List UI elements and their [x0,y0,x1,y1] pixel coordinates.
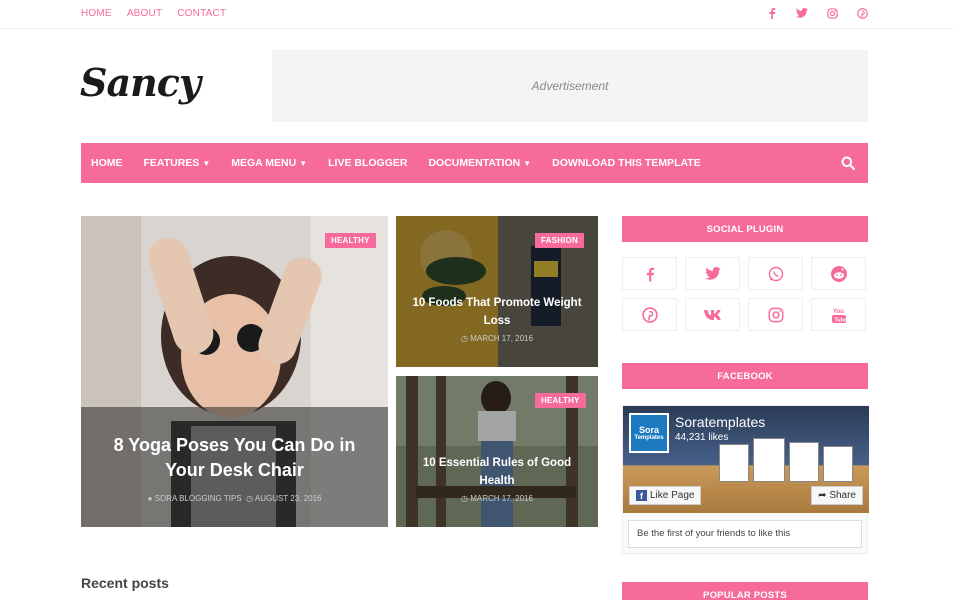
featured-side-title[interactable]: 10 Essential Rules of Good Health [410,454,584,490]
featured-side-meta: ◷ MARCH 17, 2016 [396,334,598,343]
main-nav: HOME FEATURES ▼ MEGA MENU ▼ LIVE BLOGGER D… [81,143,868,183]
featured-post-side[interactable]: HEALTHY 10 Essential Rules of Good Healt… [396,376,598,527]
author-name[interactable]: SORA BLOGGING TIPS [155,494,242,503]
svg-text:You: You [833,309,844,315]
nav-item-home[interactable]: HOME [91,157,123,169]
post-date: MARCH 17, 2016 [470,494,533,503]
top-link-home[interactable]: HOME [81,8,112,19]
svg-text:Tube: Tube [834,317,847,323]
post-date: AUGUST 23, 2016 [254,494,322,503]
post-date: MARCH 17, 2016 [470,334,533,343]
facebook-icon[interactable] [766,7,778,19]
site-logo[interactable]: Sancy [80,60,215,108]
social-facebook[interactable] [622,257,677,290]
featured-side-meta: ◷ MARCH 17, 2016 [396,494,598,503]
nav-item-documentation[interactable]: DOCUMENTATION ▼ [428,157,531,169]
facebook-icon [646,267,654,281]
nav-label: LIVE BLOGGER [328,157,408,169]
nav-label: HOME [91,157,123,169]
top-links: HOME ABOUT CONTACT [81,8,226,19]
logo-line: Templates [634,435,664,441]
category-badge[interactable]: HEALTHY [325,233,376,248]
logo-line: Sora [638,425,659,435]
logo-text: Sancy [80,60,201,105]
clock-icon: ◷ [461,334,469,343]
category-badge[interactable]: FASHION [535,233,584,248]
pinterest-icon[interactable] [856,7,868,19]
category-badge[interactable]: HEALTHY [535,393,586,408]
whatsapp-icon [768,266,783,281]
chevron-down-icon: ▼ [299,158,308,168]
social-youtube[interactable]: You Tube [811,298,866,331]
top-social-icons [766,7,868,19]
advertisement-banner[interactable]: Advertisement [272,50,868,122]
user-icon: ● [147,494,153,503]
facebook-cover[interactable]: Sora Templates Soratemplates 44,231 like… [623,406,869,513]
featured-main-title[interactable]: 8 Yoga Poses You Can Do in Your Desk Cha… [101,433,368,483]
nav-item-live-blogger[interactable]: LIVE BLOGGER [328,157,407,169]
share-button[interactable]: ➦ Share [811,486,863,505]
instagram-icon [768,307,783,322]
clock-icon: ◷ [246,494,254,503]
search-icon[interactable] [841,156,856,171]
instagram-icon[interactable] [826,7,838,19]
social-instagram[interactable] [748,298,803,331]
nav-label: MEGA MENU [231,157,297,169]
page-logo[interactable]: Sora Templates [629,413,669,453]
page-name[interactable]: Soratemplates [675,414,765,430]
nav-item-features[interactable]: FEATURES ▼ [144,157,211,169]
chevron-down-icon: ▼ [202,158,211,168]
twitter-icon [704,267,721,280]
featured-main-meta: ● SORA BLOGGING TIPS ◷ AUGUST 23, 2016 [81,494,388,503]
nav-label: FEATURES [143,157,200,169]
social-pinterest[interactable] [622,298,677,331]
share-icon: ➦ [818,490,827,501]
like-label: Like Page [650,490,695,501]
youtube-icon: You Tube [831,309,847,323]
nav-item-download-template[interactable]: DOWNLOAD THIS TEMPLATE [552,157,701,169]
featured-post-side[interactable]: FASHION 10 Foods That Promote Weight Los… [396,216,598,367]
nav-item-mega-menu[interactable]: MEGA MENU ▼ [231,157,307,169]
chevron-down-icon: ▼ [523,158,532,168]
facebook-icon: f [636,490,647,501]
top-bar: HOME ABOUT CONTACT [0,0,954,29]
social-reddit[interactable] [811,257,866,290]
reddit-icon [830,265,847,282]
cover-screens [719,436,859,486]
friends-like-text: Be the first of your friends to like thi… [628,520,862,548]
facebook-page-widget: Sora Templates Soratemplates 44,231 like… [622,405,869,554]
nav-label: DOCUMENTATION [428,157,521,169]
popular-posts-title: POPULAR POSTS [622,582,868,600]
top-link-contact[interactable]: CONTACT [177,8,226,19]
facebook-widget-title: FACEBOOK [622,363,868,389]
share-label: Share [829,490,856,501]
vk-icon [703,309,721,320]
top-link-about[interactable]: ABOUT [127,8,162,19]
pinterest-icon [641,306,658,323]
recent-posts-heading: Recent posts [81,575,169,591]
social-plugin-grid: You Tube [622,257,868,331]
like-page-button[interactable]: f Like Page [629,486,702,505]
featured-post-main[interactable]: HEALTHY 8 Yoga Poses You Can Do in Your … [81,216,388,527]
clock-icon: ◷ [461,494,469,503]
nav-label: DOWNLOAD THIS TEMPLATE [552,157,701,169]
social-twitter[interactable] [685,257,740,290]
social-plugin-title: SOCIAL PLUGIN [622,216,868,242]
twitter-icon[interactable] [796,7,808,19]
ad-label: Advertisement [531,79,609,93]
page-likes: 44,231 likes [675,432,729,443]
featured-side-title[interactable]: 10 Foods That Promote Weight Loss [410,294,584,330]
social-vk[interactable] [685,298,740,331]
social-whatsapp[interactable] [748,257,803,290]
